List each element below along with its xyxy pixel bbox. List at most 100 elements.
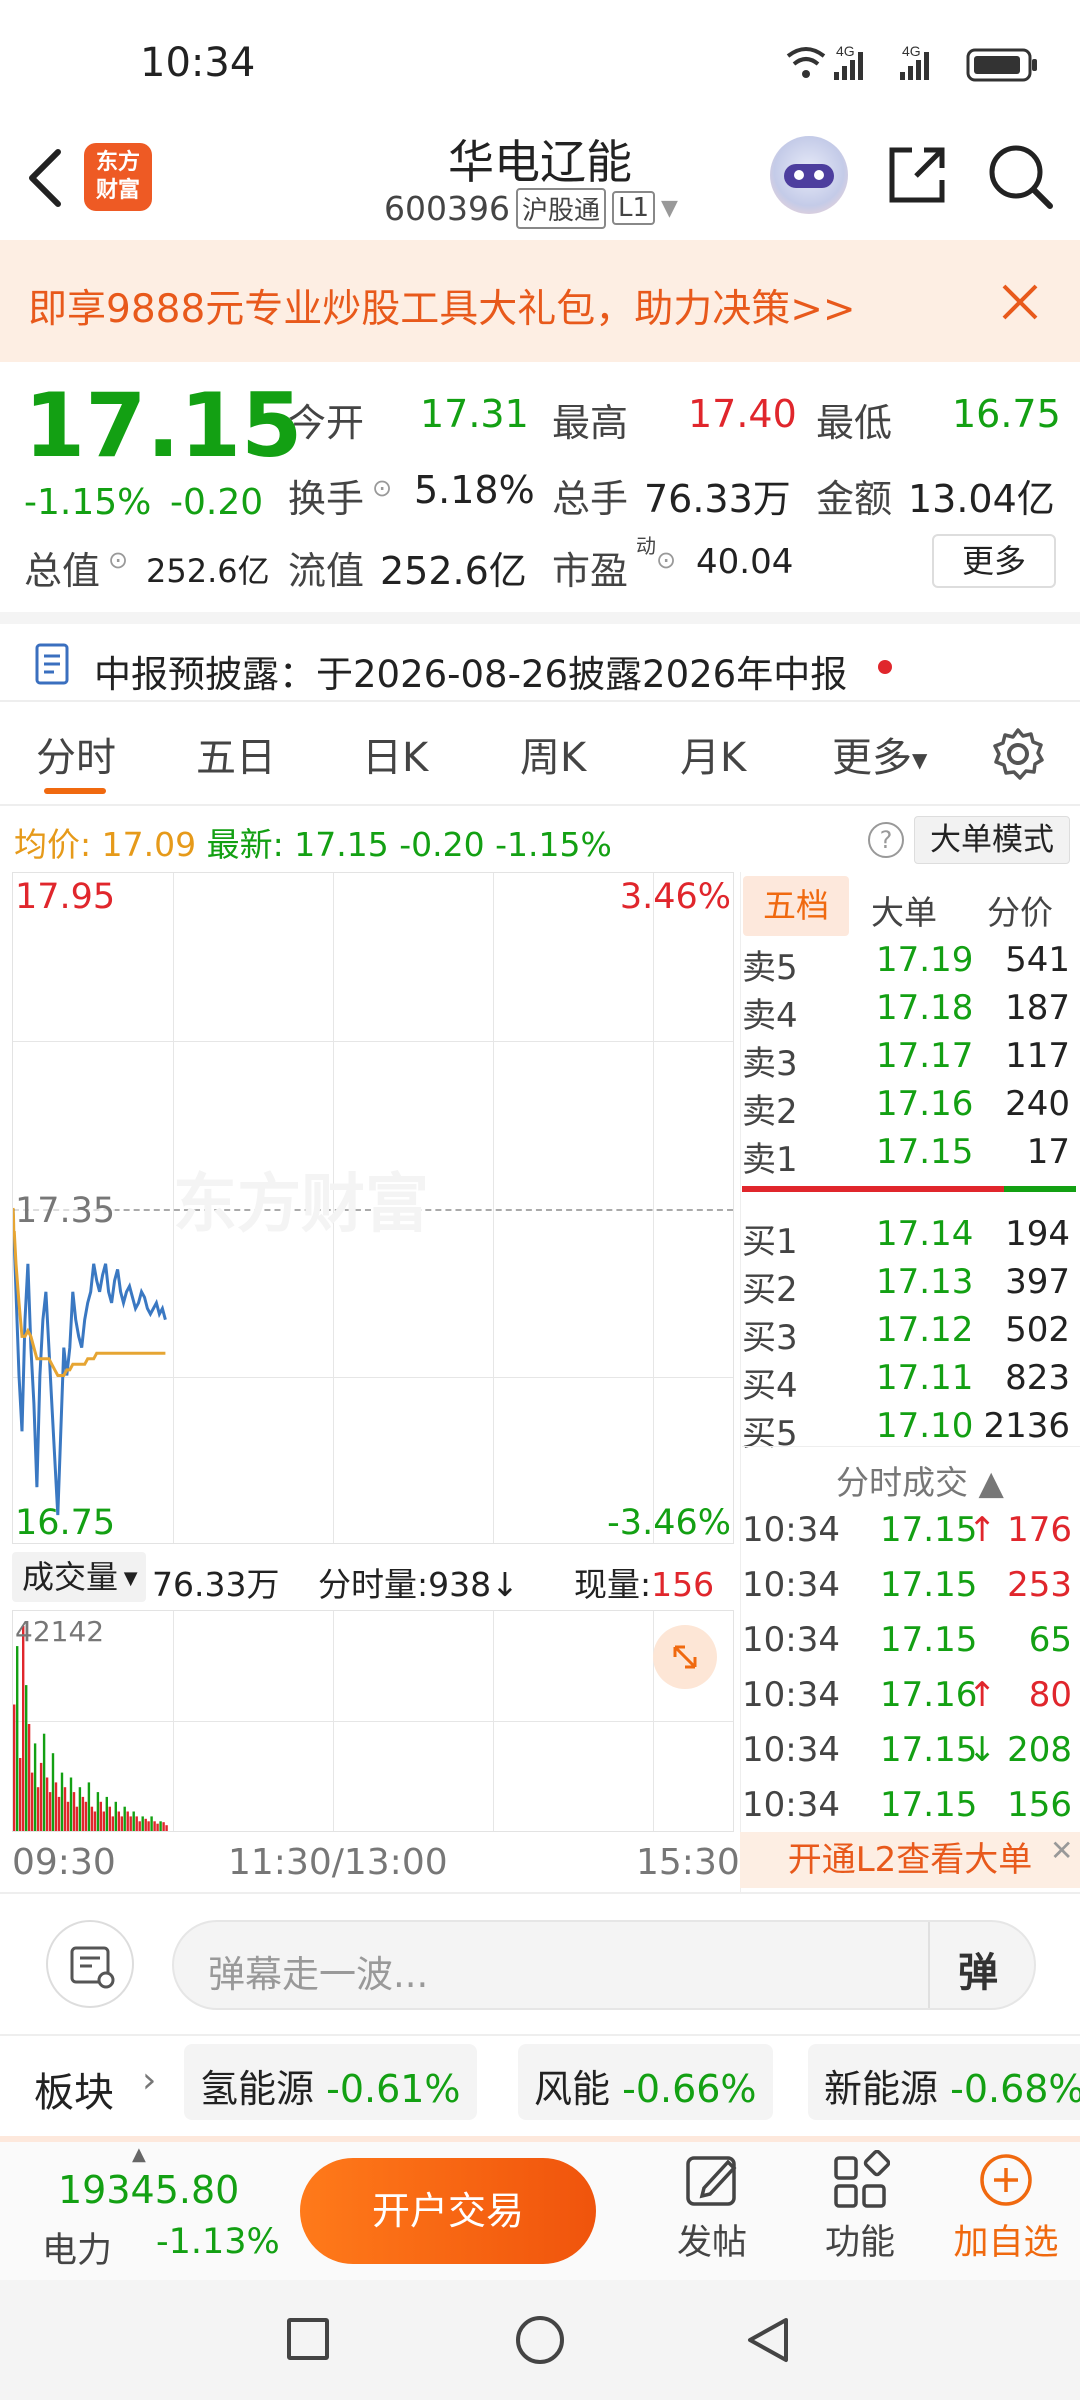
trade-volume: 80 xyxy=(1028,1675,1072,1715)
y-mid-label: 17.35 xyxy=(15,1191,116,1231)
trade-price: 17.15 xyxy=(880,1730,978,1770)
stock-name: 华电辽能 xyxy=(448,135,632,189)
sell-strength-bar xyxy=(742,1186,1004,1192)
recents-icon[interactable] xyxy=(287,2318,329,2360)
volume-bar xyxy=(162,1822,165,1831)
comment-placeholder: 弹幕走一波... xyxy=(208,1953,429,1996)
volume-bar xyxy=(60,1772,64,1831)
more-button[interactable]: 更多 xyxy=(932,534,1056,588)
tab-five-level[interactable]: 五档 xyxy=(743,876,849,936)
ask-label: 卖1 xyxy=(742,1140,798,1180)
wifi-icon xyxy=(786,47,826,78)
function-button[interactable]: 功能 xyxy=(810,2149,910,2270)
info-icon[interactable]: ⊙ xyxy=(372,474,392,502)
sector-item[interactable]: 氢能源 -0.61% xyxy=(184,2044,477,2120)
promo-text[interactable]: 即享9888元专业炒股工具大礼包，助力决策>> xyxy=(28,278,856,334)
tab-daily-k[interactable]: 日K xyxy=(362,725,428,783)
back-arrow-icon[interactable] xyxy=(22,146,66,210)
price-chart[interactable]: 东方财富 17.95 17.35 16.75 3.46% -3.46% xyxy=(12,872,734,1544)
tab-big-order[interactable]: 大单 xyxy=(871,886,937,934)
close-icon[interactable] xyxy=(1000,282,1040,322)
trades-title[interactable]: 分时成交 ▲ xyxy=(836,1456,1004,1504)
volume-bar xyxy=(90,1806,94,1831)
price-line xyxy=(13,1207,167,1516)
x-label-close: 15:30 xyxy=(636,1842,740,1883)
bid-label: 买4 xyxy=(742,1366,798,1406)
volume-bar xyxy=(84,1801,88,1831)
volume-bar xyxy=(13,1704,16,1831)
pe-value: 40.04 xyxy=(696,542,794,582)
change-pct: -1.15% xyxy=(24,482,152,523)
big-order-mode-button[interactable]: 大单模式 xyxy=(914,816,1070,864)
back-icon[interactable] xyxy=(742,2314,794,2366)
danmu-settings-icon[interactable] xyxy=(46,1920,134,2008)
info-icon[interactable]: ⊙ xyxy=(108,546,128,574)
volume-bar xyxy=(30,1772,34,1831)
danmu-toggle-icon[interactable]: 弹 xyxy=(958,1940,998,1998)
volume-bar xyxy=(96,1792,100,1831)
sector-item[interactable]: 新能源 -0.68% xyxy=(808,2044,1080,2120)
tab-monthly-k[interactable]: 月K xyxy=(680,725,746,783)
search-icon[interactable] xyxy=(986,142,1056,212)
volume-bar xyxy=(63,1787,67,1831)
battery-icon xyxy=(966,48,1037,82)
trade-volume: 253 xyxy=(1007,1565,1072,1605)
tab-price-dist[interactable]: 分价 xyxy=(987,886,1053,934)
ask-row: 卖2 17.16 240 xyxy=(742,1084,1072,1132)
ask-row: 卖4 17.18 187 xyxy=(742,988,1072,1036)
home-icon[interactable] xyxy=(516,2316,564,2364)
tab-intraday[interactable]: 分时 xyxy=(36,725,116,783)
trade-price: 17.15 xyxy=(880,1620,978,1660)
bid-price: 17.14 xyxy=(876,1214,974,1254)
expand-icon[interactable] xyxy=(653,1625,717,1689)
ask-row: 卖5 17.19 541 xyxy=(742,940,1072,988)
help-icon[interactable]: ? xyxy=(868,822,904,858)
bid-row: 买3 17.12 502 xyxy=(742,1310,1072,1358)
volume-bar xyxy=(45,1777,49,1831)
bid-volume: 2136 xyxy=(983,1406,1070,1446)
notice-bar[interactable]: 中报预披露：于2026-08-26披露2026年中报 xyxy=(0,624,1080,708)
trade-row: 10:34 17.15 65 xyxy=(742,1620,1076,1672)
tab-more[interactable]: 更多▼ xyxy=(832,725,927,783)
info-icon[interactable]: ⊙ xyxy=(656,546,676,574)
close-icon[interactable]: ✕ xyxy=(1050,1834,1073,1867)
sector-item[interactable]: 风能 -0.66% xyxy=(518,2044,773,2120)
amount-label: 金额 xyxy=(816,477,893,521)
open-account-trade-button[interactable]: 开户交易 xyxy=(300,2158,596,2264)
volume-bar xyxy=(22,1626,25,1831)
promo-banner[interactable]: 即享9888元专业炒股工具大礼包，助力决策>> xyxy=(0,240,1080,362)
volume-label: 总手 xyxy=(552,477,629,521)
y-min-label: 16.75 xyxy=(15,1503,116,1543)
volume-bar xyxy=(66,1801,70,1831)
share-icon[interactable] xyxy=(884,142,950,208)
tab-five-day[interactable]: 五日 xyxy=(196,725,276,783)
bid-row: 买2 17.13 397 xyxy=(742,1262,1072,1310)
trade-row: 10:34 17.15 ↑ 176 xyxy=(742,1510,1076,1562)
chevron-right-icon[interactable]: › xyxy=(142,2060,156,2101)
l2-upgrade-banner[interactable]: 开通L2查看大单 xyxy=(740,1832,1080,1888)
post-button[interactable]: 发帖 xyxy=(662,2150,762,2270)
volume-bar xyxy=(75,1806,79,1831)
dropdown-arrow-icon: ▼ xyxy=(661,195,678,221)
ask-label: 卖4 xyxy=(742,996,798,1036)
volume-bar xyxy=(93,1811,97,1831)
add-watchlist-button[interactable]: 加自选 xyxy=(946,2150,1066,2270)
open-label: 今开 xyxy=(288,401,365,445)
assistant-robot-icon[interactable] xyxy=(770,136,848,214)
volume-bar xyxy=(150,1816,153,1831)
edit-icon xyxy=(686,2156,737,2206)
divider xyxy=(0,804,1080,806)
trade-volume: 208 xyxy=(1007,1730,1072,1770)
gear-icon[interactable] xyxy=(990,726,1046,782)
tab-weekly-k[interactable]: 周K xyxy=(520,725,586,783)
notice-text[interactable]: 中报预披露：于2026-08-26披露2026年中报 xyxy=(94,644,847,698)
stock-code-row[interactable]: 600396 沪股通 L1 ▼ xyxy=(384,187,678,229)
volume-selector[interactable]: 成交量 ▼ xyxy=(12,1552,146,1602)
volume-chart[interactable]: 42142 xyxy=(12,1610,734,1832)
index-value[interactable]: 19345.80 xyxy=(58,2168,239,2212)
document-icon xyxy=(35,643,69,685)
volume-bar xyxy=(99,1801,102,1831)
comment-input[interactable]: 弹幕走一波... 弹 xyxy=(172,1920,1036,2010)
ask-label: 卖5 xyxy=(742,948,798,988)
last-price: 17.15 xyxy=(294,825,389,864)
